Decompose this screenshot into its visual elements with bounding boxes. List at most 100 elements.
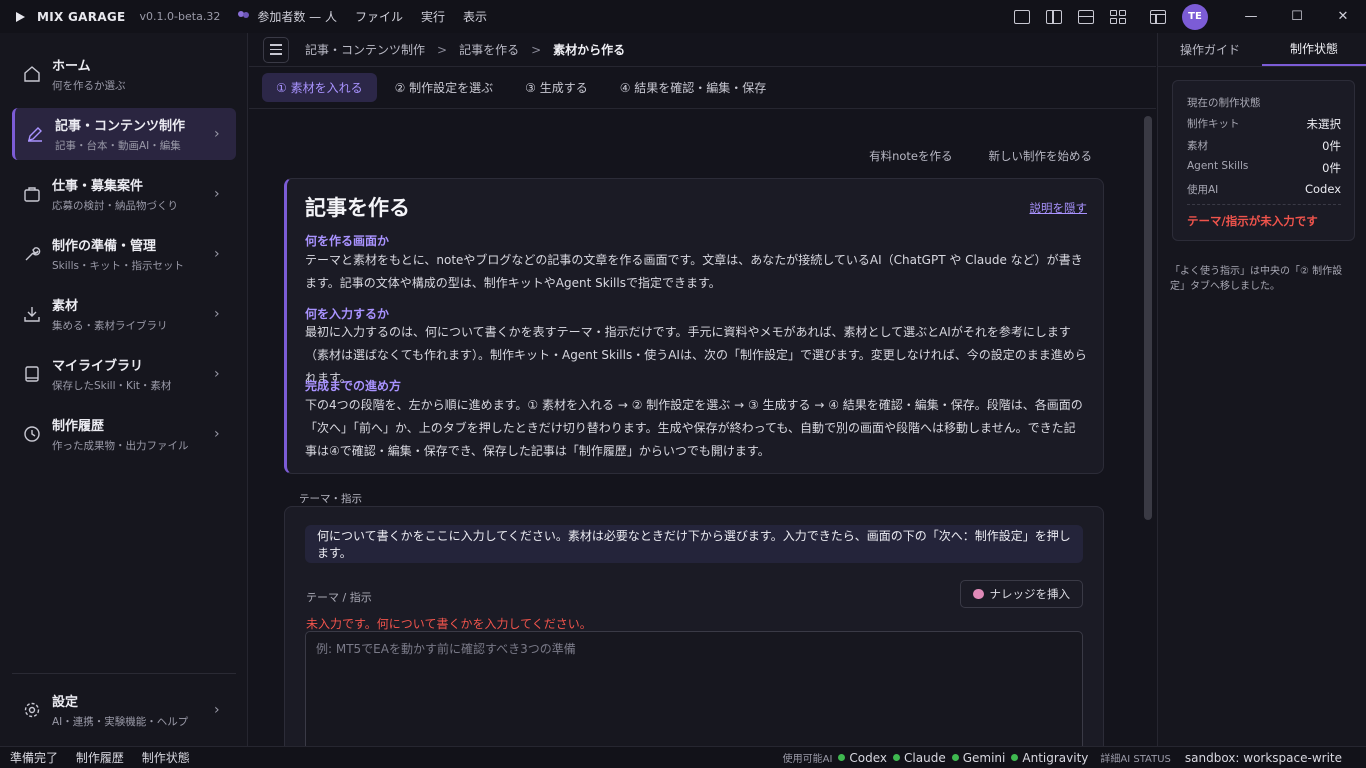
title-bar: MIX GARAGE v0.1.0-beta.32 参加者数 — 人 ファイル …	[0, 0, 1366, 33]
app-version: v0.1.0-beta.32	[139, 10, 221, 23]
panel-note: 「よく使う指示」は中央の「② 制作設定」タブへ移しました。	[1170, 266, 1343, 292]
minimize-button[interactable]: —	[1228, 0, 1274, 33]
breadcrumb-item[interactable]: 記事・コンテンツ制作	[305, 41, 425, 58]
sidebar-item-title: 制作履歴	[52, 419, 105, 434]
ai-status-codex: Codex	[838, 751, 887, 765]
panel-toggle-icon[interactable]	[1150, 9, 1166, 24]
sidebar-item-library[interactable]: マイライブラリ 保存したSkill・Kit・素材 ›	[12, 348, 236, 400]
menu-file[interactable]: ファイル	[355, 8, 403, 25]
tab-step-3[interactable]: ③ 生成する	[511, 73, 602, 102]
info-body: テーマと素材をもとに、noteやブログなどの記事の文章を作る画面です。文章は、あ…	[305, 253, 1083, 290]
status-dot-icon	[1011, 754, 1019, 761]
download-icon	[12, 305, 52, 323]
sidebar: ホーム 何を作るか選ぶ 記事・コンテンツ制作 記事・台本・動画AI・編集 › 仕事・…	[0, 33, 248, 746]
sidebar-item-sub: 作った成果物・出力ファイル	[52, 440, 189, 452]
chevron-right-icon: ›	[214, 426, 220, 442]
sidebar-item-title: 制作の準備・管理	[52, 239, 157, 254]
ai-status-gemini: Gemini	[951, 751, 1005, 765]
content-scroll-area: 有料noteを作る 新しい制作を始める 記事を作る 説明を隠す 何を作る画面か …	[249, 110, 1156, 746]
sidebar-item-prep[interactable]: 制作の準備・管理 Skills・キット・指示セット ›	[12, 228, 236, 280]
status-title: 現在の制作状態	[1187, 97, 1261, 109]
ai-status-detail-link[interactable]: 詳細AI STATUS	[1100, 750, 1171, 765]
info-heading: 完成までの進め方	[305, 379, 402, 393]
pen-icon	[15, 125, 55, 143]
status-row: 素材 0件	[1187, 139, 1341, 153]
status-card: 現在の制作状態 制作キット 未選択 素材 0件 Agent Skills 0件 使用A…	[1172, 80, 1355, 241]
new-production-link[interactable]: 新しい制作を始める	[989, 148, 1093, 164]
status-divider	[1187, 204, 1341, 205]
sandbox-mode: sandbox: workspace-write	[1184, 750, 1342, 765]
info-card: 記事を作る 説明を隠す 何を作る画面か テーマと素材をもとに、noteやブログな…	[284, 178, 1104, 474]
chevron-right-icon: ›	[214, 366, 220, 382]
avatar[interactable]: TE	[1182, 3, 1208, 30]
participants-label: 参加者数 — 人	[257, 10, 337, 24]
clock-icon	[12, 425, 52, 443]
participants-indicator: 参加者数 — 人	[238, 8, 337, 25]
sidebar-item-materials[interactable]: 素材 集める・素材ライブラリ ›	[12, 288, 236, 340]
menu-run[interactable]: 実行	[421, 8, 445, 25]
page-title: 記事を作る	[305, 196, 410, 220]
status-row: 制作キット 未選択	[1187, 117, 1341, 131]
layout-single-icon[interactable]	[1014, 9, 1030, 24]
menu-view[interactable]: 表示	[463, 8, 487, 25]
sidebar-item-title: 仕事・募集案件	[52, 179, 144, 194]
theme-section-label: テーマ・指示	[299, 493, 362, 505]
sidebar-item-history[interactable]: 制作履歴作った成果物・出力ファイル ›	[12, 408, 236, 460]
status-bar: 準備完了 制作履歴 制作状態 使用可能AI Codex Claude Gemin…	[0, 746, 1366, 768]
status-row: Agent Skills 0件	[1187, 160, 1341, 175]
sidebar-item-title: 素材	[52, 299, 79, 314]
insert-knowledge-button[interactable]: ナレッジを挿入	[959, 580, 1083, 608]
theme-field-label: テーマ / 指示	[306, 591, 372, 604]
scrollbar[interactable]	[1144, 116, 1152, 520]
sidebar-item-sub: 保存したSkill・Kit・素材	[52, 380, 172, 392]
home-icon	[12, 65, 52, 83]
info-body: 最初に入力するのは、何について書くかを表すテーマ・指示だけです。手元に資料やメモ…	[305, 325, 1087, 385]
sidebar-item-home[interactable]: ホーム 何を作るか選ぶ	[12, 48, 236, 100]
book-icon	[12, 365, 52, 383]
status-dot-icon	[893, 754, 901, 761]
sidebar-divider	[12, 673, 236, 674]
paid-note-link[interactable]: 有料noteを作る	[869, 148, 952, 164]
ai-status-antigravity: Antigravity	[1011, 751, 1088, 765]
breadcrumb-separator: >	[531, 42, 542, 57]
info-heading: 何を入力するか	[305, 307, 390, 321]
layout-split-vertical-icon[interactable]	[1046, 9, 1062, 24]
chevron-right-icon: ›	[214, 186, 220, 202]
sidebar-item-title: 設定	[52, 695, 79, 710]
sidebar-item-settings[interactable]: 設定 AI・連携・実験機能・ヘルプ ›	[12, 684, 236, 736]
status-warning: テーマ/指示が未入力です	[1187, 214, 1318, 228]
maximize-button[interactable]: ☐	[1274, 0, 1320, 33]
info-body: 下の4つの段階を、左から順に進めます。① 素材を入れる → ② 制作設定を選ぶ …	[305, 398, 1083, 458]
breadcrumb-separator: >	[437, 42, 448, 57]
tab-guide[interactable]: 操作ガイド	[1158, 33, 1262, 66]
tab-step-2[interactable]: ② 制作設定を選ぶ	[381, 73, 508, 102]
chevron-right-icon: ›	[214, 702, 220, 718]
close-button[interactable]: ✕	[1320, 0, 1366, 33]
hamburger-menu-button[interactable]	[263, 36, 289, 63]
people-icon	[238, 11, 251, 22]
brain-icon	[972, 589, 984, 599]
tab-production-status[interactable]: 制作状態	[1262, 33, 1366, 66]
layout-split-horizontal-icon[interactable]	[1078, 9, 1094, 24]
breadcrumb-item[interactable]: 記事を作る	[459, 41, 519, 58]
sidebar-item-content[interactable]: 記事・コンテンツ制作 記事・台本・動画AI・編集 ›	[12, 108, 236, 160]
tab-step-1[interactable]: ① 素材を入れる	[262, 73, 377, 102]
layout-grid-icon[interactable]	[1110, 9, 1126, 24]
sidebar-item-sub: 応募の検討・納品物づくり	[52, 200, 178, 212]
chevron-right-icon: ›	[214, 126, 220, 142]
input-hint: 何について書くかをここに入力してください。素材は必要なときだけ下から選びます。入…	[305, 525, 1083, 563]
hide-description-link[interactable]: 説明を隠す	[1030, 200, 1088, 216]
right-panel: 操作ガイド 制作状態 現在の制作状態 制作キット 未選択 素材 0件 Agent S…	[1157, 33, 1366, 746]
status-production-link[interactable]: 制作状態	[142, 751, 190, 765]
status-dot-icon	[838, 754, 846, 761]
validation-error: 未入力です。何について書くかを入力してください。	[306, 617, 592, 631]
gear-icon	[12, 701, 52, 719]
status-history-link[interactable]: 制作履歴	[76, 751, 124, 765]
sidebar-item-jobs[interactable]: 仕事・募集案件応募の検討・納品物づくり ›	[12, 168, 236, 220]
status-ready: 準備完了	[10, 751, 59, 765]
main-content: 記事・コンテンツ制作 > 記事を作る > 素材から作る ① 素材を入れる ② 制…	[249, 33, 1156, 746]
ai-status-claude: Claude	[893, 751, 946, 765]
tab-step-4[interactable]: ④ 結果を確認・編集・保存	[606, 73, 781, 102]
theme-textarea[interactable]	[305, 631, 1083, 746]
status-row: 使用AI Codex	[1187, 182, 1341, 196]
